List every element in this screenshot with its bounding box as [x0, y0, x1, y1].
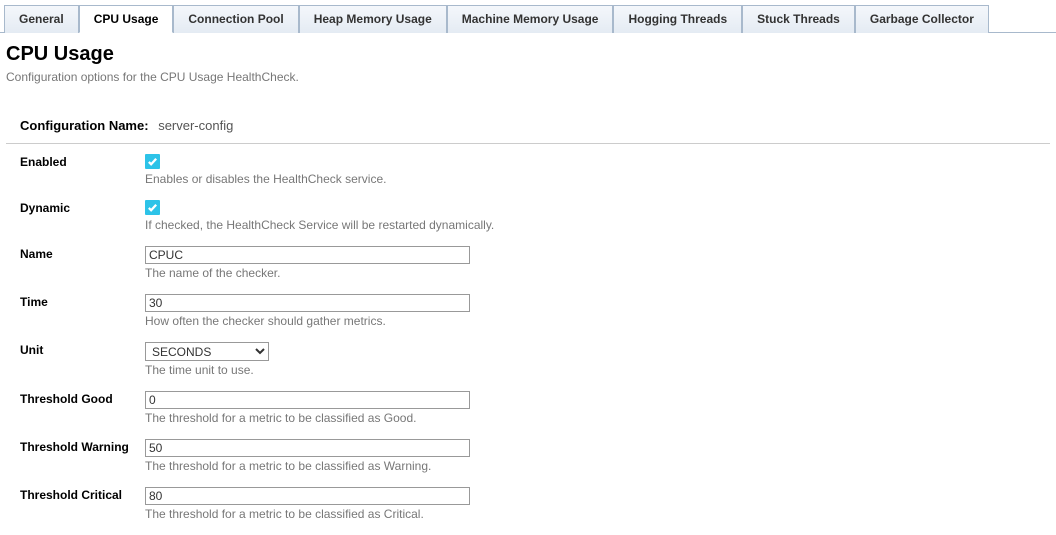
dynamic-label: Dynamic — [20, 200, 145, 246]
tab-bar: General CPU Usage Connection Pool Heap M… — [0, 0, 1056, 33]
check-icon — [147, 202, 158, 213]
config-name-value: server-config — [158, 118, 233, 133]
check-icon — [147, 156, 158, 167]
threshold-critical-help: The threshold for a metric to be classif… — [145, 507, 494, 521]
form-table: Enabled Enables or disables the HealthCh… — [20, 154, 494, 535]
tab-cpu-usage[interactable]: CPU Usage — [79, 5, 174, 33]
enabled-checkbox[interactable] — [145, 154, 160, 169]
config-name-row: Configuration Name: server-config — [0, 90, 1056, 143]
tab-hogging-threads[interactable]: Hogging Threads — [613, 5, 742, 33]
dynamic-checkbox[interactable] — [145, 200, 160, 215]
enabled-label: Enabled — [20, 154, 145, 200]
tab-garbage-collector[interactable]: Garbage Collector — [855, 5, 989, 33]
divider — [6, 143, 1050, 144]
unit-select[interactable]: SECONDS — [145, 342, 269, 361]
tab-heap-memory-usage[interactable]: Heap Memory Usage — [299, 5, 447, 33]
threshold-good-input[interactable] — [145, 391, 470, 409]
name-help: The name of the checker. — [145, 266, 494, 280]
threshold-warning-help: The threshold for a metric to be classif… — [145, 459, 494, 473]
threshold-critical-input[interactable] — [145, 487, 470, 505]
unit-help: The time unit to use. — [145, 363, 494, 377]
name-label: Name — [20, 246, 145, 294]
page-title: CPU Usage — [6, 43, 1050, 66]
threshold-critical-label: Threshold Critical — [20, 487, 145, 535]
time-input[interactable] — [145, 294, 470, 312]
threshold-warning-input[interactable] — [145, 439, 470, 457]
page-subtitle: Configuration options for the CPU Usage … — [6, 70, 1050, 84]
name-input[interactable] — [145, 246, 470, 264]
threshold-warning-label: Threshold Warning — [20, 439, 145, 487]
threshold-good-help: The threshold for a metric to be classif… — [145, 411, 494, 425]
tab-stuck-threads[interactable]: Stuck Threads — [742, 5, 855, 33]
tab-general[interactable]: General — [4, 5, 79, 33]
threshold-good-label: Threshold Good — [20, 391, 145, 439]
enabled-help: Enables or disables the HealthCheck serv… — [145, 172, 494, 186]
tab-connection-pool[interactable]: Connection Pool — [173, 5, 298, 33]
dynamic-help: If checked, the HealthCheck Service will… — [145, 218, 494, 232]
config-name-label: Configuration Name: — [20, 118, 149, 133]
unit-label: Unit — [20, 342, 145, 391]
page-header: CPU Usage Configuration options for the … — [0, 33, 1056, 90]
tab-machine-memory-usage[interactable]: Machine Memory Usage — [447, 5, 614, 33]
time-help: How often the checker should gather metr… — [145, 314, 494, 328]
time-label: Time — [20, 294, 145, 342]
